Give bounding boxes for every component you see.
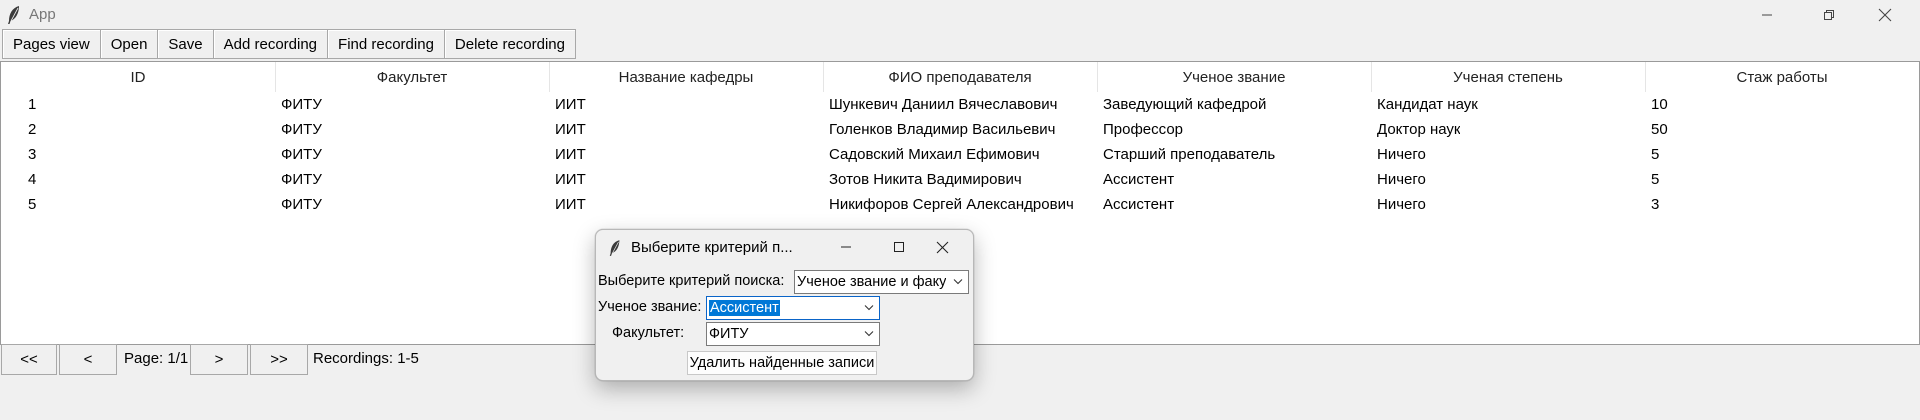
column-header-id[interactable]: ID	[1, 62, 275, 92]
recordings-range: Recordings: 1-5	[313, 350, 419, 367]
cell-academic-degree: Ничего	[1377, 171, 1426, 188]
cell-academic-rank: Старший преподаватель	[1103, 146, 1276, 163]
cell-teacher-name: Садовский Михаил Ефимович	[829, 146, 1040, 163]
search-criterion-label: Выберите критерий поиска:	[598, 273, 785, 289]
dialog-title: Выберите критерий п...	[631, 239, 793, 256]
find-recording-button[interactable]: Find recording	[327, 29, 445, 59]
cell-teacher-name: Никифоров Сергей Александрович	[829, 196, 1074, 213]
dialog-titlebar[interactable]: Выберите критерий п...	[596, 230, 973, 264]
dialog-minimize-button[interactable]	[826, 235, 866, 259]
page-indicator: Page: 1/1	[124, 350, 189, 367]
window-titlebar: App	[0, 0, 1920, 30]
cell-experience: 5	[1651, 146, 1660, 163]
add-recording-button[interactable]: Add recording	[212, 29, 329, 59]
cell-academic-rank: Ассистент	[1103, 196, 1175, 213]
cell-academic-rank: Ассистент	[1103, 171, 1175, 188]
table-row[interactable]: 2 ФИТУ ИИТ Голенков Владимир Васильевич …	[1, 117, 1919, 142]
cell-faculty: ФИТУ	[281, 146, 322, 163]
close-icon	[936, 241, 948, 253]
maximize-icon	[894, 242, 904, 252]
cell-id: 1	[28, 96, 37, 113]
table-row[interactable]: 5 ФИТУ ИИТ Никифоров Сергей Александрови…	[1, 192, 1919, 217]
cell-faculty: ФИТУ	[281, 171, 322, 188]
faculty-value: ФИТУ	[709, 326, 749, 342]
cell-department: ИИТ	[555, 121, 586, 138]
cell-academic-degree: Кандидат наук	[1377, 96, 1478, 113]
dialog-close-button[interactable]	[922, 235, 962, 259]
cell-teacher-name: Шункевич Даниил Вячеславович	[829, 96, 1058, 113]
cell-academic-degree: Доктор наук	[1377, 121, 1461, 138]
feather-icon	[609, 240, 620, 256]
cell-teacher-name: Зотов Никита Вадимирович	[829, 171, 1022, 188]
previous-page-button[interactable]: <	[59, 344, 117, 375]
chevron-down-icon	[953, 279, 963, 285]
search-criterion-value: Ученое звание и факу	[797, 274, 947, 290]
save-button[interactable]: Save	[157, 29, 214, 59]
search-criteria-dialog: Выберите критерий п... Выберите критерий…	[595, 229, 974, 381]
cell-faculty: ФИТУ	[281, 96, 322, 113]
minimize-button[interactable]	[1744, 0, 1790, 30]
minimize-icon	[841, 246, 851, 248]
column-header-faculty[interactable]: Факультет	[275, 62, 549, 92]
app-title: App	[29, 6, 56, 23]
cell-experience: 3	[1651, 196, 1660, 213]
faculty-select[interactable]: ФИТУ	[706, 322, 880, 346]
cell-id: 5	[28, 196, 37, 213]
cell-academic-rank: Профессор	[1103, 121, 1184, 138]
academic-rank-label: Ученое звание:	[598, 299, 702, 315]
cell-academic-degree: Ничего	[1377, 146, 1426, 163]
table-row[interactable]: 4 ФИТУ ИИТ Зотов Никита Вадимирович Асси…	[1, 167, 1919, 192]
table-header: ID Факультет Название кафедры ФИО препод…	[1, 62, 1919, 92]
toolbar: Pages view Open Save Add recording Find …	[2, 29, 576, 61]
column-header-experience[interactable]: Стаж работы	[1645, 62, 1919, 92]
cell-experience: 10	[1651, 96, 1668, 113]
cell-id: 2	[28, 121, 37, 138]
cell-academic-degree: Ничего	[1377, 196, 1426, 213]
delete-found-records-button[interactable]: Удалить найденные записи	[687, 351, 877, 375]
cell-experience: 5	[1651, 171, 1660, 188]
search-criterion-select[interactable]: Ученое звание и факу	[794, 270, 969, 294]
close-icon	[1878, 8, 1892, 22]
cell-department: ИИТ	[555, 196, 586, 213]
dialog-maximize-button[interactable]	[879, 235, 919, 259]
cell-faculty: ФИТУ	[281, 196, 322, 213]
cell-faculty: ФИТУ	[281, 121, 322, 138]
cell-id: 3	[28, 146, 37, 163]
cell-experience: 50	[1651, 121, 1668, 138]
close-button[interactable]	[1862, 0, 1908, 30]
column-header-academic-degree[interactable]: Ученая степень	[1371, 62, 1645, 92]
cell-department: ИИТ	[555, 96, 586, 113]
restore-icon	[1824, 10, 1834, 20]
column-header-department[interactable]: Название кафедры	[549, 62, 823, 92]
cell-academic-rank: Заведующий кафедрой	[1103, 96, 1267, 113]
last-page-button[interactable]: >>	[250, 344, 308, 375]
table-row[interactable]: 3 ФИТУ ИИТ Садовский Михаил Ефимович Ста…	[1, 142, 1919, 167]
academic-rank-value: Ассистент	[709, 300, 780, 316]
pages-view-button[interactable]: Pages view	[2, 29, 101, 59]
restore-button[interactable]	[1806, 0, 1852, 30]
chevron-down-icon	[864, 305, 874, 311]
academic-rank-select[interactable]: Ассистент	[706, 296, 880, 320]
column-header-academic-rank[interactable]: Ученое звание	[1097, 62, 1371, 92]
column-header-teacher-name[interactable]: ФИО преподавателя	[823, 62, 1097, 92]
cell-department: ИИТ	[555, 171, 586, 188]
delete-recording-button[interactable]: Delete recording	[443, 29, 576, 59]
minimize-icon	[1762, 14, 1772, 16]
cell-id: 4	[28, 171, 37, 188]
faculty-label: Факультет:	[612, 325, 685, 341]
cell-department: ИИТ	[555, 146, 586, 163]
next-page-button[interactable]: >	[190, 344, 248, 375]
cell-teacher-name: Голенков Владимир Васильевич	[829, 121, 1056, 138]
first-page-button[interactable]: <<	[1, 344, 57, 375]
open-button[interactable]: Open	[99, 29, 159, 59]
feather-icon	[8, 6, 19, 24]
chevron-down-icon	[864, 331, 874, 337]
table-row[interactable]: 1 ФИТУ ИИТ Шункевич Даниил Вячеславович …	[1, 92, 1919, 117]
